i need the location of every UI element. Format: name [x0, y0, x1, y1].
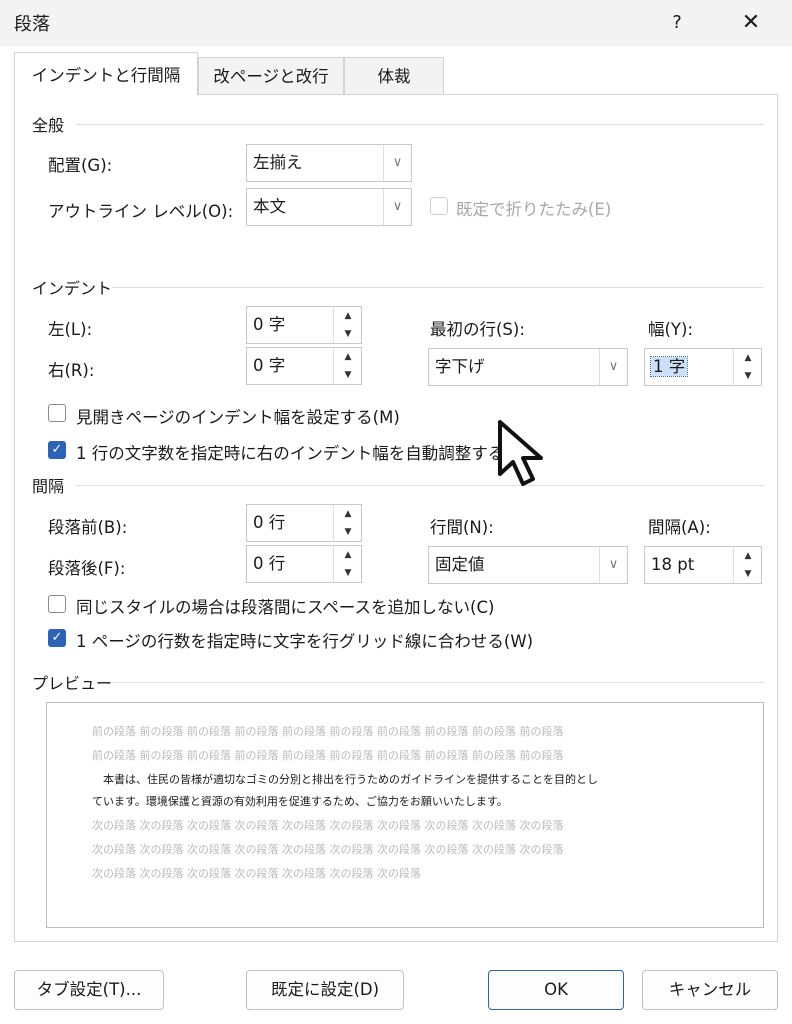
tabs-settings-button[interactable]: タブ設定(T)...: [14, 970, 164, 1010]
line-spacing-select[interactable]: 固定値 ∨: [428, 546, 628, 584]
indent-right-spinner[interactable]: 0 字 ▲ ▼: [246, 347, 362, 385]
spin-down-icon[interactable]: ▼: [334, 523, 362, 541]
spin-up-icon[interactable]: ▲: [334, 307, 362, 325]
outline-level-select[interactable]: 本文 ∨: [246, 188, 412, 226]
indent-width-value[interactable]: 1 字: [649, 356, 689, 377]
divider: [112, 682, 764, 683]
mouse-pointer-icon: [498, 420, 543, 486]
chevron-down-icon: ∨: [599, 349, 627, 385]
spacing-at-value: 18 pt: [651, 555, 695, 574]
spacing-at-spinner[interactable]: 18 pt ▲ ▼: [644, 546, 762, 584]
tab-indents-spacing[interactable]: インデントと行間隔: [14, 52, 198, 96]
outline-level-value: 本文: [253, 197, 286, 216]
ok-button[interactable]: OK: [488, 970, 624, 1010]
first-line-label: 最初の行(S):: [430, 320, 525, 339]
space-after-label: 段落後(F):: [48, 559, 126, 578]
collapse-label: 既定で折りたたみ(E): [456, 200, 612, 219]
tab-typography[interactable]: 体裁: [344, 57, 444, 95]
chevron-down-icon: ∨: [599, 547, 627, 583]
paragraph-preview: 前の段落 前の段落 前の段落 前の段落 前の段落 前の段落 前の段落 前の段落 …: [46, 702, 764, 928]
spin-down-icon[interactable]: ▼: [734, 367, 762, 385]
divider: [112, 287, 764, 288]
spin-up-icon[interactable]: ▲: [334, 546, 362, 564]
alignment-value: 左揃え: [253, 153, 303, 172]
space-before-spinner[interactable]: 0 行 ▲ ▼: [246, 504, 362, 542]
mirror-indent-label: 見開きページのインデント幅を設定する(M): [76, 408, 400, 427]
line-spacing-label: 行間(N):: [430, 518, 494, 537]
mirror-indent-checkbox[interactable]: [48, 404, 66, 422]
first-line-select[interactable]: 字下げ ∨: [428, 348, 628, 386]
indent-width-label: 幅(Y):: [648, 320, 694, 339]
spin-up-icon[interactable]: ▲: [734, 349, 762, 367]
alignment-label: 配置(G):: [48, 156, 113, 175]
preview-current-paragraph: ています。環境保護と資源の有効利用を促進するため、ご協力をお願いいたします。: [92, 795, 508, 808]
no-space-same-style-label: 同じスタイルの場合は段落間にスペースを追加しない(C): [76, 598, 495, 617]
divider: [76, 124, 764, 125]
spin-down-icon[interactable]: ▼: [334, 325, 362, 343]
indent-width-spinner[interactable]: 1 字 ▲ ▼: [644, 348, 762, 386]
section-spacing-title: 間隔: [32, 477, 65, 496]
divider: [76, 485, 764, 486]
preview-next-paragraph: 次の段落 次の段落 次の段落 次の段落 次の段落 次の段落 次の段落: [92, 867, 421, 880]
section-general-title: 全般: [32, 116, 65, 135]
space-before-label: 段落前(B):: [48, 518, 128, 537]
space-before-value: 0 行: [253, 513, 286, 532]
set-as-default-button[interactable]: 既定に設定(D): [246, 970, 404, 1010]
spacing-at-label: 間隔(A):: [648, 518, 711, 537]
preview-previous-paragraph: 前の段落 前の段落 前の段落 前の段落 前の段落 前の段落 前の段落 前の段落 …: [92, 749, 564, 762]
line-spacing-value: 固定値: [435, 555, 485, 574]
spin-up-icon[interactable]: ▲: [734, 547, 762, 565]
indent-left-value: 0 字: [253, 315, 286, 334]
chevron-down-icon: ∨: [383, 189, 411, 225]
preview-next-paragraph: 次の段落 次の段落 次の段落 次の段落 次の段落 次の段落 次の段落 次の段落 …: [92, 819, 564, 832]
title-bar: 段落 ? ✕: [0, 0, 792, 46]
dialog-title: 段落: [14, 14, 50, 35]
snap-to-grid-checkbox[interactable]: ✓: [48, 629, 66, 647]
section-indent-title: インデント: [32, 279, 113, 298]
spin-up-icon[interactable]: ▲: [334, 505, 362, 523]
space-after-value: 0 行: [253, 554, 286, 573]
help-button[interactable]: ?: [662, 8, 692, 38]
indent-left-spinner[interactable]: 0 字 ▲ ▼: [246, 306, 362, 344]
preview-previous-paragraph: 前の段落 前の段落 前の段落 前の段落 前の段落 前の段落 前の段落 前の段落 …: [92, 725, 564, 738]
preview-current-paragraph: 本書は、住民の皆様が適切なゴミの分別と排出を行うためのガイドラインを提供すること…: [92, 773, 598, 786]
no-space-same-style-checkbox[interactable]: [48, 595, 66, 613]
auto-adjust-checkbox[interactable]: ✓: [48, 441, 66, 459]
snap-to-grid-label: 1 ページの行数を指定時に文字を行グリッド線に合わせる(W): [76, 632, 534, 651]
chevron-down-icon: ∨: [383, 145, 411, 181]
spin-down-icon[interactable]: ▼: [334, 564, 362, 582]
space-after-spinner[interactable]: 0 行 ▲ ▼: [246, 545, 362, 583]
spin-up-icon[interactable]: ▲: [334, 348, 362, 366]
tab-line-breaks[interactable]: 改ページと改行: [198, 57, 344, 95]
first-line-value: 字下げ: [435, 357, 485, 376]
spin-down-icon[interactable]: ▼: [734, 565, 762, 583]
indent-left-label: 左(L):: [48, 320, 93, 339]
section-preview-title: プレビュー: [32, 674, 113, 693]
outline-level-label: アウトライン レベル(O):: [48, 202, 234, 221]
preview-next-paragraph: 次の段落 次の段落 次の段落 次の段落 次の段落 次の段落 次の段落 次の段落 …: [92, 843, 564, 856]
spin-down-icon[interactable]: ▼: [334, 366, 362, 384]
indent-right-value: 0 字: [253, 356, 286, 375]
close-button[interactable]: ✕: [734, 8, 768, 38]
auto-adjust-label: 1 行の文字数を指定時に右のインデント幅を自動調整する(D): [76, 444, 530, 463]
cancel-button[interactable]: キャンセル: [642, 970, 778, 1010]
alignment-select[interactable]: 左揃え ∨: [246, 144, 412, 182]
indent-right-label: 右(R):: [48, 361, 95, 380]
collapse-checkbox[interactable]: [430, 197, 448, 215]
